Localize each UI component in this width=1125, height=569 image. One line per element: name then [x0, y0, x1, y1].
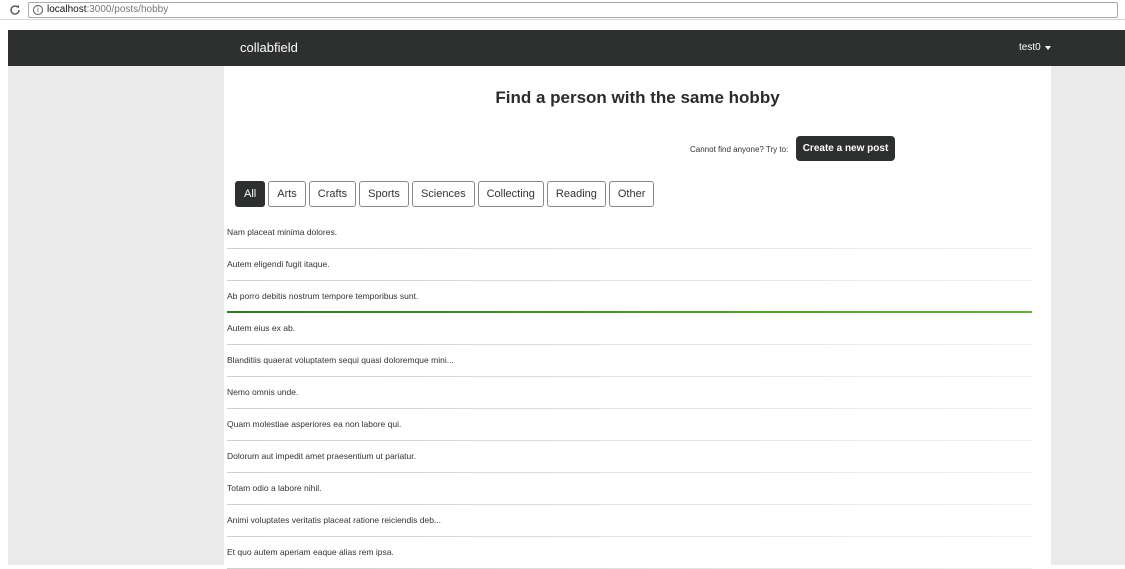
post-item[interactable]: Et quo autem aperiam eaque alias rem ips…	[227, 537, 1032, 569]
tab-collecting[interactable]: Collecting	[477, 181, 544, 207]
post-item[interactable]: Totam odio a labore nihil.	[227, 473, 1032, 505]
tab-arts[interactable]: Arts	[268, 181, 306, 207]
tab-sports[interactable]: Sports	[359, 181, 409, 207]
cta-text: Cannot find anyone? Try to:	[690, 145, 789, 154]
post-item[interactable]: Animi voluptates veritatis placeat ratio…	[227, 505, 1032, 537]
tab-reading[interactable]: Reading	[546, 181, 606, 207]
tab-crafts[interactable]: Crafts	[308, 181, 357, 207]
page-title: Find a person with the same hobby	[495, 88, 780, 107]
post-item[interactable]: Autem eius ex ab.	[227, 313, 1032, 345]
url-host: localhost	[47, 4, 87, 15]
post-item[interactable]: Blanditiis quaerat voluptatem sequi quas…	[227, 345, 1032, 377]
create-post-button[interactable]: Create a new post	[796, 136, 895, 161]
post-item[interactable]: Autem eligendi fugit itaque.	[227, 249, 1032, 281]
reload-icon[interactable]	[8, 3, 22, 17]
user-menu[interactable]: test0	[1019, 42, 1051, 53]
caret-down-icon	[1044, 45, 1051, 50]
tab-all[interactable]: All	[235, 181, 266, 207]
user-name: test0	[1019, 42, 1041, 53]
navbar: collabfield test0	[8, 30, 1125, 66]
url-path: :3000/posts/hobby	[86, 4, 169, 15]
post-item[interactable]: Nemo omnis unde.	[227, 377, 1032, 409]
brand-link[interactable]: collabfield	[240, 40, 298, 55]
info-icon[interactable]: i	[33, 4, 43, 15]
tab-sciences[interactable]: Sciences	[411, 181, 475, 207]
browser-address-bar: i localhost:3000/posts/hobby	[0, 0, 1125, 20]
category-tabs: All Arts Crafts Sports Sciences Collecti…	[235, 181, 655, 207]
main-container: Find a person with the same hobby Cannot…	[224, 66, 1051, 569]
post-item[interactable]: Dolorum aut impedit amet praesentium ut …	[227, 441, 1032, 473]
post-list: Nam placeat minima dolores. Autem eligen…	[227, 217, 1032, 569]
url-field[interactable]: i localhost:3000/posts/hobby	[28, 1, 1118, 18]
post-item[interactable]: Ab porro debitis nostrum tempore tempori…	[227, 281, 1032, 313]
post-item[interactable]: Nam placeat minima dolores.	[227, 217, 1032, 249]
tab-other[interactable]: Other	[608, 181, 655, 207]
post-item[interactable]: Quam molestiae asperiores ea non labore …	[227, 409, 1032, 441]
